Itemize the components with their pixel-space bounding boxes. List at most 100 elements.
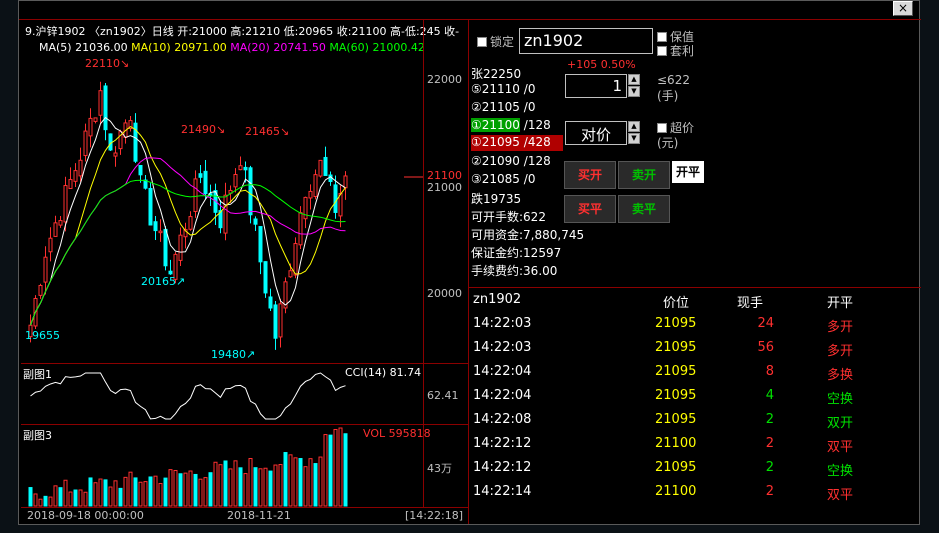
kline-chart[interactable]: [19, 1, 469, 526]
axis-tick-21000: 21000: [427, 181, 462, 194]
trade-type: 双开: [827, 416, 854, 431]
volume-bar: [268, 470, 273, 507]
ask-row-best[interactable]: ①21100 /128: [471, 118, 551, 132]
volume-bar: [38, 498, 43, 507]
volume-bar: [143, 481, 148, 507]
price-up-button[interactable]: ▲: [628, 121, 640, 132]
candle-body: [288, 270, 293, 278]
sell-open-button[interactable]: 卖开: [618, 161, 670, 189]
time-mid: 2018-11-21: [227, 509, 291, 522]
quantity-down-button[interactable]: ▼: [628, 86, 640, 97]
header-price: 价位: [663, 296, 690, 311]
candle-body: [78, 159, 83, 177]
buy-open-button[interactable]: 买开: [564, 161, 616, 189]
volume-bar: [313, 463, 318, 507]
volume-bar: [203, 477, 208, 507]
volume-bar: [168, 469, 173, 507]
max-quantity: ≤622: [657, 73, 690, 87]
checkbox-icon: [657, 32, 667, 42]
trades-table: zn1902 价位 现手 开平 14:22:03 21095 24 多开 14:22:0…: [469, 288, 921, 524]
sub1-separator: [21, 363, 468, 364]
sub1-axis: 62.41: [427, 389, 459, 402]
trade-row: 14:22:14 21100 2 双平: [469, 480, 921, 504]
volume-bar: [193, 473, 198, 507]
volume-bar: [208, 472, 213, 507]
candle-body: [293, 243, 298, 276]
header-qty: 现手: [737, 296, 764, 311]
checkbox-icon: [657, 123, 667, 133]
volume-bar: [328, 434, 333, 507]
quantity-input[interactable]: 1: [565, 74, 627, 98]
candle-body: [163, 228, 168, 267]
candle-body: [58, 220, 63, 226]
price-down-button[interactable]: ▼: [628, 133, 640, 144]
volume-bar: [83, 491, 88, 507]
volume-bar: [338, 427, 343, 507]
trade-time: 14:22:04: [473, 364, 532, 379]
buy-close-button[interactable]: 买平: [564, 195, 616, 223]
candle-body: [153, 221, 158, 232]
candle-body: [278, 303, 283, 338]
open-close-toggle[interactable]: 开平: [672, 161, 704, 183]
candle-body: [68, 179, 73, 190]
volume-bar: [98, 478, 103, 507]
volume-bar: [303, 466, 308, 507]
chevron-up-icon: ▲: [631, 122, 637, 130]
candle-body: [113, 152, 118, 157]
symbol-input[interactable]: zn1902: [519, 28, 653, 54]
trade-price: 21100: [655, 436, 697, 451]
volume-bar: [218, 464, 223, 507]
trade-type: 双平: [827, 488, 854, 503]
volume-bar: [333, 428, 338, 507]
trade-price: 21095: [655, 316, 697, 331]
candle-body: [238, 165, 243, 171]
sell-close-button[interactable]: 卖平: [618, 195, 670, 223]
limit-up-price: 张22250: [471, 67, 522, 81]
volume-bar: [283, 452, 288, 507]
volume-bar: [228, 468, 233, 507]
candle-body: [333, 184, 338, 213]
candle-body: [48, 237, 53, 253]
volume-bar: [118, 487, 123, 507]
time-start: 2018-09-18 00:00:00: [27, 509, 144, 522]
time-separator: [21, 507, 468, 508]
volume-bar: [133, 477, 138, 507]
price-mode-input[interactable]: 对价: [565, 121, 627, 145]
lock-checkbox[interactable]: 锁定: [477, 33, 514, 50]
ask-row[interactable]: ⑤21110 /0: [471, 82, 535, 96]
volume-bar: [58, 487, 63, 507]
volume-bar: [248, 458, 253, 507]
available-lots: 可开手数:622: [471, 210, 546, 224]
volume-bar: [188, 470, 193, 507]
trades-header: zn1902 价位 现手 开平: [469, 288, 921, 312]
annotation-low: 19655: [25, 329, 60, 342]
ask-row[interactable]: ②21105 /0: [471, 100, 535, 114]
trade-price: 21095: [655, 340, 697, 355]
annotation-high: 21490↘: [181, 123, 226, 136]
close-icon: ×: [897, 1, 909, 15]
candle-body: [178, 234, 183, 261]
volume-bar: [68, 491, 73, 507]
trade-qty: 2: [765, 436, 774, 451]
price-unit: (元): [657, 136, 679, 150]
chevron-down-icon: ▼: [631, 87, 637, 95]
bid-row[interactable]: ③21085 /0: [471, 172, 535, 186]
candle-body: [243, 166, 248, 171]
bid-row[interactable]: ②21090 /128: [471, 154, 551, 168]
volume-bar: [28, 487, 33, 507]
bid-row-best[interactable]: ①21095 /428: [471, 135, 563, 151]
volume-bar: [243, 473, 248, 507]
volume-bar: [178, 473, 183, 507]
volume-bar: [298, 458, 303, 507]
limit-down-price: 跌19735: [471, 192, 522, 206]
header-type: 开平: [827, 296, 854, 311]
volume-bar: [78, 489, 83, 507]
candle-body: [233, 174, 238, 188]
quantity-up-button[interactable]: ▲: [628, 74, 640, 85]
margin-estimate: 保证金约:12597: [471, 246, 562, 260]
axis-tick-20000: 20000: [427, 287, 462, 300]
arbitrage-checkbox[interactable]: 套利: [657, 42, 694, 59]
cci-line: [30, 372, 346, 420]
close-button[interactable]: ×: [893, 1, 913, 16]
available-funds: 可用资金:7,880,745: [471, 228, 585, 242]
